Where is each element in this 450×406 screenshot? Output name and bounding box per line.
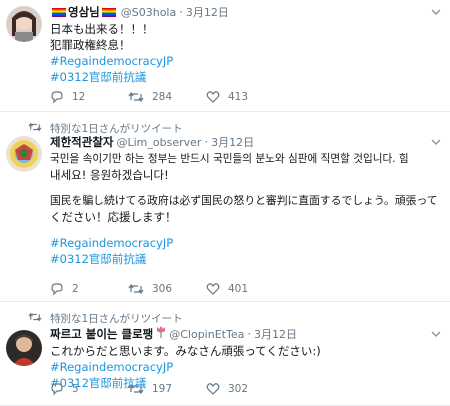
- hashtag-link[interactable]: #0312官邸前抗議: [50, 251, 440, 267]
- tweet-line: 犯罪政権終息！: [50, 38, 131, 52]
- caret-down-icon[interactable]: [430, 136, 442, 148]
- like-count: 401: [228, 283, 249, 295]
- display-name[interactable]: 제한적관찰자: [50, 134, 113, 151]
- separator-dot: ·: [247, 327, 251, 341]
- like-icon: [206, 283, 220, 295]
- tweet-3[interactable]: 特別な1日さんがリツイート 짜르고 붙이는 클로팽 @ClopinEtTea ·…: [0, 302, 450, 406]
- timestamp[interactable]: 3月12日: [186, 4, 229, 21]
- retweet-icon: [28, 121, 42, 135]
- reply-button[interactable]: 2: [50, 282, 128, 296]
- like-icon: [206, 91, 220, 103]
- hashtag-link[interactable]: #RegaindemocracyJP: [50, 53, 440, 69]
- retweet-count: 306: [152, 283, 173, 295]
- user-handle[interactable]: @S03hola: [121, 4, 176, 21]
- avatar[interactable]: [6, 330, 42, 366]
- retweet-count: 197: [152, 383, 173, 395]
- tweet-actions: 5 197 302: [50, 382, 284, 396]
- tweet-2[interactable]: 特別な1日さんがリツイート 제한적관찰자 @Lim_observer · 3月1…: [0, 112, 450, 302]
- tweet-line: ください！応援します！: [50, 210, 177, 224]
- reply-button[interactable]: 12: [50, 90, 128, 104]
- tweet-1[interactable]: 영삼님 @S03hola · 3月12日 日本も出来る！！！ 犯罪政権終息！ #…: [0, 0, 450, 112]
- retweet-context-label[interactable]: 特別な1日さんがリツイート: [50, 311, 183, 326]
- hashtag-link[interactable]: #RegaindemocracyJP: [50, 359, 440, 375]
- like-button[interactable]: 413: [206, 90, 284, 104]
- tweet-line: これからだと思います。みなさん頑張ってください:): [50, 344, 321, 358]
- hashtag-link[interactable]: #RegaindemocracyJP: [50, 235, 440, 251]
- reply-button[interactable]: 5: [50, 382, 128, 396]
- reply-icon: [51, 383, 63, 396]
- reply-count: 12: [72, 91, 86, 103]
- separator-dot: ·: [204, 135, 209, 149]
- user-handle[interactable]: @ClopinEtTea: [169, 326, 244, 343]
- rainbow-flag-icon: [52, 8, 66, 17]
- retweet-icon: [128, 383, 144, 395]
- tweet-line: 내세요! 응원하겠습니다!: [50, 168, 169, 182]
- like-icon: [206, 383, 220, 395]
- reply-icon: [51, 91, 63, 104]
- like-count: 413: [228, 91, 249, 103]
- retweet-button[interactable]: 284: [128, 90, 206, 104]
- display-name[interactable]: 영삼님: [68, 4, 100, 21]
- retweet-icon: [128, 91, 144, 103]
- avatar[interactable]: [6, 136, 42, 172]
- avatar[interactable]: [6, 6, 42, 42]
- reply-icon: [51, 283, 63, 296]
- caret-down-icon[interactable]: [430, 328, 442, 340]
- rainbow-flag-icon: [101, 8, 116, 17]
- tweet-text: 日本も出来る！！！ 犯罪政権終息！ #RegaindemocracyJP #03…: [50, 21, 440, 85]
- timestamp[interactable]: 3月12日: [254, 326, 297, 343]
- tweet-line: 国民を騙し続けてる政府は必ず国民の怒りと審判に直面するでしょう。頑張って: [50, 194, 438, 207]
- reply-count: 5: [72, 383, 79, 395]
- hashtag-link[interactable]: #0312官邸前抗議: [50, 69, 440, 85]
- retweet-icon: [128, 283, 144, 295]
- retweet-count: 284: [152, 91, 173, 103]
- separator-dot: ·: [179, 5, 183, 19]
- tweet-actions: 12 284 413: [50, 90, 284, 104]
- caret-down-icon[interactable]: [430, 6, 442, 18]
- like-button[interactable]: 302: [206, 382, 284, 396]
- display-name[interactable]: 짜르고 붙이는 클로팽: [50, 326, 153, 343]
- user-handle[interactable]: @Lim_observer: [116, 134, 201, 151]
- tweet-line: 국민을 속이기만 하는 정부는 반드시 국민들의 분노와 심판에 직면할 것입니…: [50, 153, 409, 165]
- retweet-icon: [28, 311, 42, 325]
- like-count: 302: [228, 383, 249, 395]
- timestamp[interactable]: 3月12日: [211, 134, 254, 151]
- retweet-context: 特別な1日さんがリツイート: [28, 310, 183, 326]
- retweet-button[interactable]: 306: [128, 282, 206, 296]
- tulip-icon: [156, 326, 166, 343]
- tweet-line: 日本も出来る！！！: [50, 22, 154, 36]
- reply-count: 2: [72, 283, 79, 295]
- retweet-button[interactable]: 197: [128, 382, 206, 396]
- like-button[interactable]: 401: [206, 282, 284, 296]
- tweet-text: 국민을 속이기만 하는 정부는 반드시 국민들의 분노와 심판에 직면할 것입니…: [50, 151, 440, 267]
- tweet-actions: 2 306 401: [50, 282, 284, 296]
